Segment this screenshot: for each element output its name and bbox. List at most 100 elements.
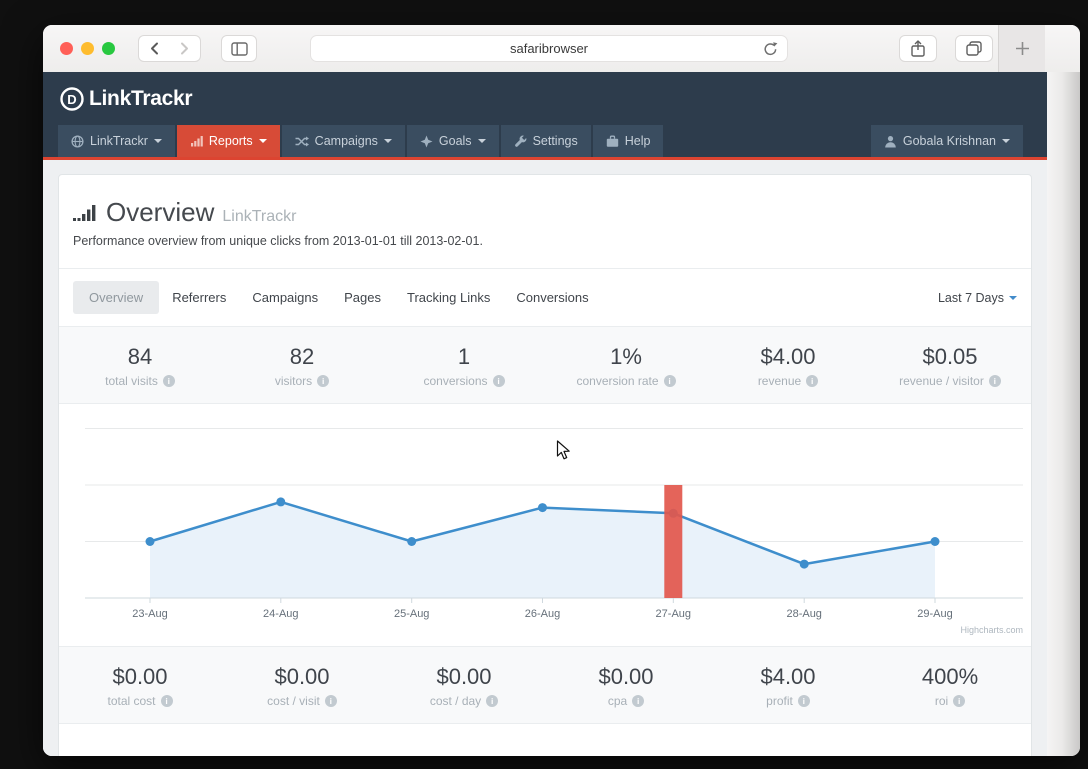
nav-item-linktrackr[interactable]: LinkTrackr <box>58 125 175 157</box>
nav-item-label: Reports <box>208 134 253 148</box>
stat-value: 1 <box>457 344 471 369</box>
new-tab-button[interactable] <box>998 25 1045 72</box>
date-range-selector[interactable]: Last 7 Days <box>938 291 1017 305</box>
info-icon[interactable] <box>663 375 676 387</box>
stat-value: $4.00 <box>760 344 816 369</box>
bottom-stats-row: $0.00 total cost $0.00 cost / visit $0.0… <box>59 646 1031 724</box>
stat-conversions: 1 conversions <box>383 344 545 388</box>
overview-card: Overview LinkTrackr Performance overview… <box>58 174 1032 756</box>
briefcase-icon <box>606 135 619 148</box>
stat-label: revenue <box>757 374 802 388</box>
stat-label: profit <box>766 694 793 708</box>
page-title: Overview <box>106 197 215 227</box>
linktrackr-logo[interactable]: D LinkTrackr <box>58 85 193 113</box>
url-text: safaribrowser <box>509 41 589 56</box>
svg-text:29-Aug: 29-Aug <box>917 608 952 620</box>
stat-label: conversions <box>423 374 488 388</box>
nav-item-label: LinkTrackr <box>90 134 148 148</box>
chevron-down-icon <box>258 139 267 143</box>
sidebar-toggle-button[interactable] <box>221 35 257 62</box>
forward-button[interactable] <box>169 35 201 62</box>
info-icon[interactable] <box>324 695 337 707</box>
info-icon[interactable] <box>492 375 505 387</box>
tab-overview[interactable]: Overview <box>73 281 160 314</box>
stat-cpa: $0.00 cpa <box>545 664 707 708</box>
stat-label: conversion rate <box>576 374 659 388</box>
stat-value: $0.05 <box>922 344 978 369</box>
tab-tracking-links[interactable]: Tracking Links <box>394 281 503 314</box>
chevron-down-icon <box>383 139 392 143</box>
nav-item-label: Help <box>624 134 651 148</box>
chevron-down-icon <box>1002 139 1010 143</box>
nav-item-label: Settings <box>532 134 578 148</box>
svg-text:D: D <box>67 92 76 107</box>
site-header: D LinkTrackr <box>43 72 1047 125</box>
user-menu[interactable]: Gobala Krishnan <box>870 125 1023 157</box>
stat-cost-per-day: $0.00 cost / day <box>383 664 545 708</box>
info-icon[interactable] <box>160 695 173 707</box>
info-icon[interactable] <box>632 695 645 707</box>
address-bar[interactable]: safaribrowser <box>310 35 788 62</box>
stat-profit: $4.00 profit <box>707 664 869 708</box>
chevron-right-icon <box>181 42 188 55</box>
info-icon[interactable] <box>162 375 175 387</box>
stat-value: 82 <box>289 344 315 369</box>
back-button[interactable] <box>138 35 170 62</box>
tab-pages[interactable]: Pages <box>331 281 394 314</box>
info-icon[interactable] <box>797 695 810 707</box>
globe-icon <box>71 134 84 148</box>
stat-value: 400% <box>921 664 979 689</box>
chart-section: 23-Aug 24-Aug 25-Aug 26-Aug 27-Aug 28-Aug 29-A… <box>59 404 1031 646</box>
nav-item-help[interactable]: Help <box>592 125 664 157</box>
overview-chart: 23-Aug 24-Aug 25-Aug 26-Aug 27-Aug 28-Aug 29-A… <box>85 428 1023 635</box>
stat-label: roi <box>934 694 949 708</box>
tab-campaigns[interactable]: Campaigns <box>239 281 331 314</box>
tab-overview-button[interactable] <box>955 35 993 62</box>
close-window-button[interactable] <box>60 42 73 55</box>
info-icon[interactable] <box>988 375 1001 387</box>
date-range-label: Last 7 Days <box>937 290 1004 305</box>
stat-value: 84 <box>127 344 153 369</box>
share-button[interactable] <box>899 35 937 62</box>
reload-button[interactable] <box>763 41 778 60</box>
minimize-window-button[interactable] <box>81 42 94 55</box>
stat-label: cpa <box>607 694 628 708</box>
nav-item-settings[interactable]: Settings <box>500 125 591 157</box>
stat-label: cost / day <box>429 694 482 708</box>
nav-item-goals[interactable]: Goals <box>406 125 499 157</box>
tabs-icon <box>966 41 982 56</box>
stat-value: $0.00 <box>598 664 654 689</box>
info-icon[interactable] <box>317 375 330 387</box>
nav-item-label: Goals <box>438 134 472 148</box>
bar-chart-icon <box>190 135 203 148</box>
browser-toolbar: safaribrowser <box>43 25 1080 72</box>
tab-referrers[interactable]: Referrers <box>159 281 239 314</box>
svg-text:Highcharts.com: Highcharts.com <box>960 625 1023 635</box>
nav-item-reports[interactable]: Reports <box>176 125 280 157</box>
info-icon[interactable] <box>953 695 966 707</box>
chevron-down-icon <box>1009 295 1017 300</box>
site-viewport: D LinkTrackr LinkTrackr Reports Campaign… <box>43 72 1047 756</box>
linktrackr-logo-icon: D <box>60 86 84 111</box>
svg-text:23-Aug: 23-Aug <box>132 608 167 620</box>
stat-visitors: 82 visitors <box>221 344 383 388</box>
page-subtitle: Performance overview from unique clicks … <box>73 234 483 248</box>
svg-text:26-Aug: 26-Aug <box>525 608 560 620</box>
nav-item-campaigns[interactable]: Campaigns <box>281 125 405 157</box>
tab-conversions[interactable]: Conversions <box>503 281 601 314</box>
svg-text:28-Aug: 28-Aug <box>786 608 821 620</box>
chevron-down-icon <box>153 139 162 143</box>
zoom-window-button[interactable] <box>102 42 115 55</box>
stat-label: total cost <box>107 694 156 708</box>
info-icon[interactable] <box>806 375 819 387</box>
nav-item-label: Campaigns <box>314 134 378 148</box>
title-block: Overview LinkTrackr Performance overview… <box>59 175 1031 268</box>
info-icon[interactable] <box>486 695 499 707</box>
stat-value: $4.00 <box>760 664 816 689</box>
stat-total-visits: 84 total visits <box>59 344 221 388</box>
stat-label: cost / visit <box>267 694 320 708</box>
stat-value: $0.00 <box>436 664 492 689</box>
bar-chart-icon <box>73 204 96 221</box>
browser-window: safaribrowser D LinkTrackr LinkTrackr Re… <box>43 25 1080 756</box>
stat-value: 1% <box>610 344 642 369</box>
